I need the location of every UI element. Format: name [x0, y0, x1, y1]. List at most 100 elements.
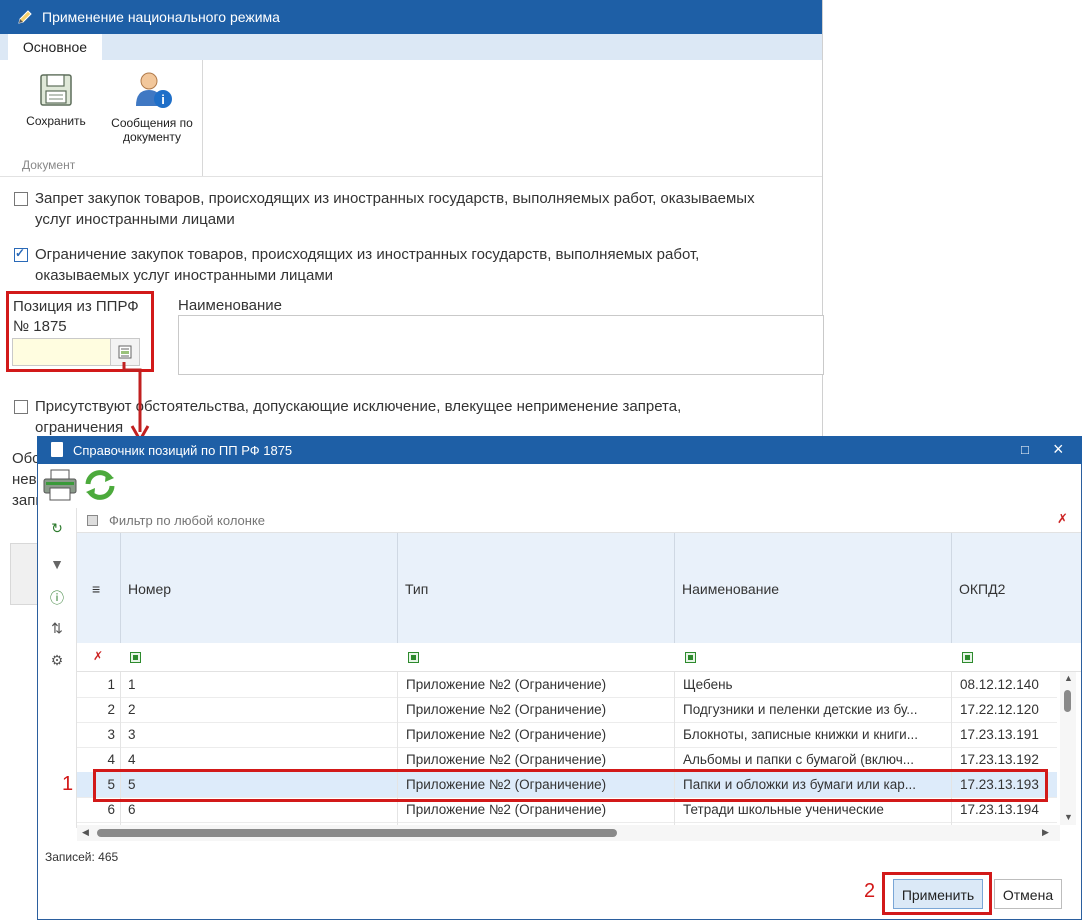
callout-arrow: [122, 362, 150, 444]
column-settings-icon[interactable]: ⚙: [48, 652, 66, 670]
table-row[interactable]: 3 3 Приложение №2 (Ограничение) Блокноты…: [77, 722, 1057, 748]
cell-name: Подгузники и пеленки детские из бу...: [683, 702, 918, 717]
filter-number-icon[interactable]: [130, 652, 141, 663]
ribbon-tab-bar: [0, 34, 822, 60]
filter-type-icon[interactable]: [408, 652, 419, 663]
document-messages-button[interactable]: i Сообщения по документу: [104, 68, 200, 144]
cell-okpd2: 08.12.12.140: [960, 677, 1039, 692]
cell-okpd2: 17.23.13.191: [960, 727, 1039, 742]
filter-icon[interactable]: ▼: [48, 556, 66, 574]
cell-name: Альбомы и папки с бумагой (включ...: [683, 752, 914, 767]
horizontal-scroll-thumb[interactable]: [97, 829, 617, 837]
vertical-scroll-thumb[interactable]: [1064, 690, 1071, 712]
floppy-disk-icon: [40, 74, 72, 106]
cell-number: 4: [128, 752, 136, 767]
table-row[interactable]: 2 2 Приложение №2 (Ограничение) Подгузни…: [77, 697, 1057, 723]
ribbon-separator: [202, 60, 203, 176]
scroll-down-icon[interactable]: ▼: [1064, 812, 1073, 822]
window-title: Применение национального режима: [42, 9, 280, 25]
header-number-label: Номер: [128, 581, 172, 597]
window-title-bar: Применение национального режима: [0, 0, 822, 34]
column-divider: [120, 672, 121, 825]
filter-toggle-icon[interactable]: [87, 515, 98, 526]
global-filter-input[interactable]: [109, 513, 1009, 528]
print-icon[interactable]: [42, 468, 78, 502]
clear-filter-icon[interactable]: ✗: [1057, 511, 1068, 527]
restriction-label-line2: оказываемых услуг иностранными лицами: [35, 267, 334, 284]
menu-icon: ≡: [92, 581, 101, 597]
global-filter-row: ✗: [77, 508, 1081, 533]
column-divider: [951, 672, 952, 825]
restriction-checkbox[interactable]: [14, 246, 28, 262]
dialog-document-icon: [51, 442, 63, 457]
horizontal-scrollbar[interactable]: ◀ ▶: [77, 825, 1060, 841]
ban-label-line2: услуг иностранными лицами: [35, 211, 235, 228]
maximize-icon[interactable]: □: [1021, 442, 1029, 457]
messages-label-line2: документу: [122, 130, 182, 144]
filter-name-icon[interactable]: [685, 652, 696, 663]
tab-main[interactable]: Основное: [8, 34, 102, 60]
side-refresh-icon[interactable]: ↻: [48, 520, 66, 538]
ban-checkbox[interactable]: [14, 192, 28, 206]
cell-number: 6: [128, 802, 136, 817]
scroll-left-icon[interactable]: ◀: [82, 827, 89, 838]
ribbon: Сохранить i Сообщения по документу: [0, 60, 822, 177]
row-menu-header[interactable]: ≡: [77, 533, 120, 643]
exception-checkbox[interactable]: [14, 400, 28, 414]
row-index: 3: [107, 727, 115, 742]
info-icon[interactable]: ⓘ: [48, 588, 66, 606]
ban-checkbox-label: Запрет закупок товаров, происходящих из …: [35, 188, 755, 230]
annotation-mark-1: 1: [62, 773, 74, 795]
cell-okpd2: 17.22.12.120: [960, 702, 1039, 717]
dialog-title: Справочник позиций по ПП РФ 1875: [73, 443, 293, 458]
pencil-icon: [18, 10, 32, 24]
messages-label-line1: Сообщения по: [111, 116, 193, 130]
records-count: Записей: 465: [45, 850, 119, 864]
sort-icon[interactable]: ⇅: [48, 620, 66, 638]
vertical-scrollbar[interactable]: ▲ ▼: [1060, 672, 1076, 825]
annotation-mark-2: 2: [864, 880, 876, 902]
scroll-right-icon[interactable]: ▶: [1042, 827, 1049, 838]
svg-text:i: i: [161, 92, 165, 107]
row-index: 1: [107, 677, 115, 692]
cell-type: Приложение №2 (Ограничение): [406, 702, 607, 717]
filter-okpd2-icon[interactable]: [962, 652, 973, 663]
header-okpd2-label: ОКПД2: [959, 581, 1006, 597]
column-filter-row: ✗: [77, 643, 1081, 672]
clear-column-filters-icon[interactable]: ✗: [93, 649, 103, 663]
cell-type: Приложение №2 (Ограничение): [406, 802, 607, 817]
header-number[interactable]: Номер: [120, 533, 398, 643]
header-type[interactable]: Тип: [397, 533, 675, 643]
cell-name: Тетради школьные ученические: [683, 802, 884, 817]
ban-label-line1: Запрет закупок товаров, происходящих из …: [35, 190, 755, 207]
table-row[interactable]: 1 1 Приложение №2 (Ограничение) Щебень 0…: [77, 672, 1057, 698]
header-okpd2[interactable]: ОКПД2: [951, 533, 1082, 643]
cell-okpd2: 17.23.13.194: [960, 802, 1039, 817]
dialog-title-bar: Справочник позиций по ПП РФ 1875 □ ×: [37, 436, 1082, 464]
header-name-label: Наименование: [682, 581, 780, 597]
row-index: 6: [107, 802, 115, 817]
row-index: 2: [107, 702, 115, 717]
grid-body: 1 1 Приложение №2 (Ограничение) Щебень 0…: [77, 672, 1081, 825]
highlight-box-apply: [882, 872, 992, 915]
header-type-label: Тип: [405, 581, 429, 597]
user-info-icon: i: [136, 72, 172, 108]
cell-type: Приложение №2 (Ограничение): [406, 752, 607, 767]
refresh-icon[interactable]: [82, 468, 118, 502]
name-label: Наименование: [178, 297, 282, 314]
grid-header: ≡ Номер Тип Наименование ОКПД2: [77, 533, 1081, 644]
save-button[interactable]: Сохранить: [18, 72, 94, 128]
cell-type: Приложение №2 (Ограничение): [406, 727, 607, 742]
save-label: Сохранить: [26, 114, 86, 128]
dialog-toolbar: [38, 464, 1081, 508]
row-index: 4: [107, 752, 115, 767]
ribbon-group-label: Документ: [22, 158, 76, 172]
scroll-up-icon[interactable]: ▲: [1064, 673, 1073, 683]
header-name[interactable]: Наименование: [674, 533, 952, 643]
column-divider: [674, 672, 675, 825]
restriction-label-line1: Ограничение закупок товаров, происходящи…: [35, 246, 700, 263]
highlight-box-row: [93, 769, 1048, 802]
cancel-button[interactable]: Отмена: [994, 879, 1062, 909]
name-field[interactable]: [178, 315, 824, 375]
close-icon[interactable]: ×: [1053, 439, 1064, 460]
